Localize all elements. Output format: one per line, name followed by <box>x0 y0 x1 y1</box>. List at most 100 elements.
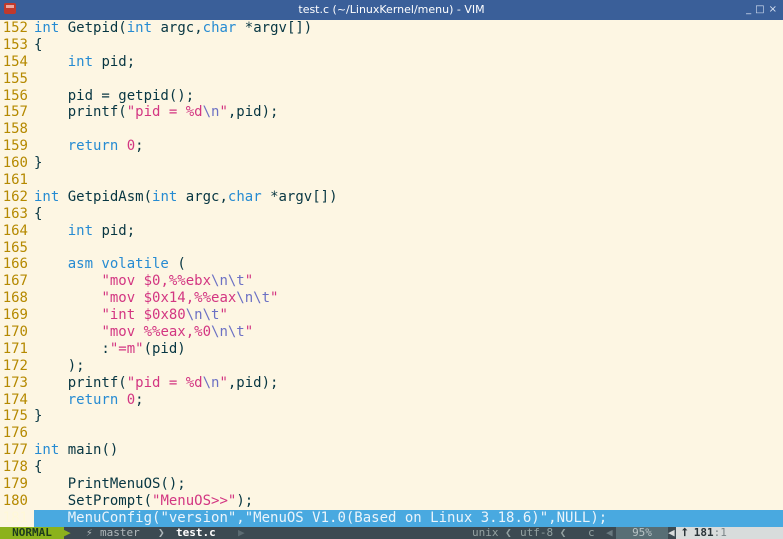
line-number: 157 <box>2 104 28 121</box>
code-line[interactable]: 154 int pid; <box>0 54 783 71</box>
code-text: int Getpid(int argc,char *argv[]) <box>34 20 312 36</box>
scroll-percent: 95% <box>616 527 668 539</box>
code-line[interactable]: 172 ); <box>0 358 783 375</box>
code-token: SetPrompt( <box>34 492 153 509</box>
close-icon[interactable]: × <box>769 4 777 15</box>
code-token: pid; <box>101 222 136 239</box>
code-line[interactable]: 168 "mov $0x14,%%eax\n\t" <box>0 290 783 307</box>
line-number: 171 <box>2 340 28 357</box>
code-token: "mov %%eax,%0 <box>101 324 212 341</box>
code-token: " <box>244 324 254 341</box>
code-line[interactable]: 164 int pid; <box>0 223 783 240</box>
powerline-arrow-icon: ◀ <box>606 526 613 539</box>
code-token: int <box>34 442 60 459</box>
code-line[interactable]: 176 <box>0 425 783 442</box>
title-bar[interactable]: test.c (~/LinuxKernel/menu) - VIM _ □ × <box>0 0 783 20</box>
git-branch-icon: ⚡ <box>86 526 93 539</box>
line-number: 167 <box>2 273 28 290</box>
code-line[interactable]: 174 return 0; <box>0 392 783 409</box>
code-token: \n\t <box>211 273 245 290</box>
line-number: 161 <box>2 172 28 189</box>
code-line[interactable]: 158 <box>0 121 783 138</box>
code-token: " <box>219 307 228 324</box>
code-token: GetpidAsm( <box>67 188 153 205</box>
code-line[interactable]: 165 <box>0 240 783 257</box>
code-line[interactable]: 152 int Getpid(int argc,char *argv[]) <box>0 20 783 37</box>
cursor-position: ⭡ 181:1 <box>676 527 783 539</box>
line-number: 159 <box>2 138 28 155</box>
code-token: "MenuOS V1.0(Based on Linux 3.18.6)" <box>244 509 549 526</box>
code-text: return 0; <box>34 138 144 154</box>
status-line: NORMAL ▶ ⚡ master ❯ test.c ▶ unix ❮ utf-… <box>0 527 783 539</box>
code-text: int pid; <box>34 223 135 239</box>
code-line[interactable]: 167 "mov $0,%%ebx\n\t" <box>0 273 783 290</box>
maximize-icon[interactable]: □ <box>755 4 764 15</box>
code-line[interactable]: 155 <box>0 71 783 88</box>
code-line-current[interactable]: 181 MenuConfig("version","MenuOS V1.0(Ba… <box>0 509 783 527</box>
code-text: int GetpidAsm(int argc,char *argv[]) <box>34 189 338 205</box>
line-number: 155 <box>2 70 28 87</box>
code-text: "mov %%eax,%0\n\t" <box>34 324 253 340</box>
code-token: int <box>34 188 60 205</box>
code-token: } <box>34 155 43 172</box>
code-line[interactable]: 163 { <box>0 206 783 223</box>
code-token: "pid = %d <box>126 374 203 391</box>
code-line[interactable]: 169 "int $0x80\n\t" <box>0 307 783 324</box>
code-token: printf( <box>34 104 127 121</box>
code-token: " <box>219 104 228 121</box>
code-token: int <box>67 53 94 70</box>
code-line[interactable]: 156 pid = getpid(); <box>0 88 783 105</box>
file-type: c <box>588 526 595 539</box>
code-line[interactable]: 160} <box>0 155 783 172</box>
code-token: 0 <box>126 138 136 155</box>
code-token: \n\t <box>211 324 245 341</box>
code-text: "int $0x80\n\t" <box>34 307 228 324</box>
code-line[interactable]: 166 asm volatile ( <box>0 256 783 273</box>
code-token: " <box>244 273 254 290</box>
minimize-icon[interactable]: _ <box>746 4 751 15</box>
line-number: 166 <box>2 256 28 273</box>
code-token: int <box>152 188 178 205</box>
code-token: ,pid); <box>227 104 279 121</box>
code-token: main() <box>67 442 119 459</box>
code-line[interactable]: 157 printf("pid = %d\n",pid); <box>0 104 783 121</box>
code-line[interactable]: 180 SetPrompt("MenuOS>>"); <box>0 493 783 510</box>
code-text: { <box>34 37 42 53</box>
code-line[interactable]: 177 int main() <box>0 442 783 459</box>
code-text: { <box>34 459 42 475</box>
code-line[interactable]: 170 "mov %%eax,%0\n\t" <box>0 324 783 341</box>
code-token: *argv[]) <box>244 20 313 36</box>
file-encoding: utf-8 ❮ <box>520 526 567 539</box>
line-number: 168 <box>2 290 28 307</box>
code-text: } <box>34 155 42 171</box>
separator-icon: ❯ <box>158 526 165 539</box>
code-line[interactable]: 159 return 0; <box>0 138 783 155</box>
code-line[interactable]: 178 { <box>0 459 783 476</box>
mode-indicator: NORMAL <box>0 527 64 539</box>
code-line[interactable]: 175} <box>0 408 783 425</box>
line-number: 179 <box>2 476 28 493</box>
editor-buffer[interactable]: 152 int Getpid(int argc,char *argv[]) 153{… <box>0 20 783 527</box>
code-line[interactable]: 171 :"=m"(pid) <box>0 341 783 358</box>
code-line[interactable]: 153 { <box>0 37 783 54</box>
code-text: { <box>34 206 42 222</box>
code-text: SetPrompt("MenuOS>>"); <box>34 493 253 509</box>
line-number: 177 <box>2 442 28 459</box>
code-token: { <box>34 205 43 222</box>
code-line[interactable]: 173 printf("pid = %d\n",pid); <box>0 375 783 392</box>
powerline-arrow-icon: ◀ <box>668 526 675 539</box>
code-text: ); <box>34 358 85 374</box>
code-text: PrintMenuOS(); <box>34 476 186 492</box>
line-number: 160 <box>2 155 28 172</box>
code-line[interactable]: 162 int GetpidAsm(int argc,char *argv[]) <box>0 189 783 206</box>
code-token: " <box>270 290 279 307</box>
code-line[interactable]: 179 PrintMenuOS(); <box>0 476 783 493</box>
line-number: 158 <box>2 121 28 138</box>
line-number: 154 <box>2 53 28 70</box>
code-token: ,pid); <box>227 374 279 391</box>
window-controls: _ □ × <box>742 0 777 20</box>
code-token: int <box>67 222 94 239</box>
window-title: test.c (~/LinuxKernel/menu) - VIM <box>298 3 485 16</box>
code-line[interactable]: 161 <box>0 172 783 189</box>
